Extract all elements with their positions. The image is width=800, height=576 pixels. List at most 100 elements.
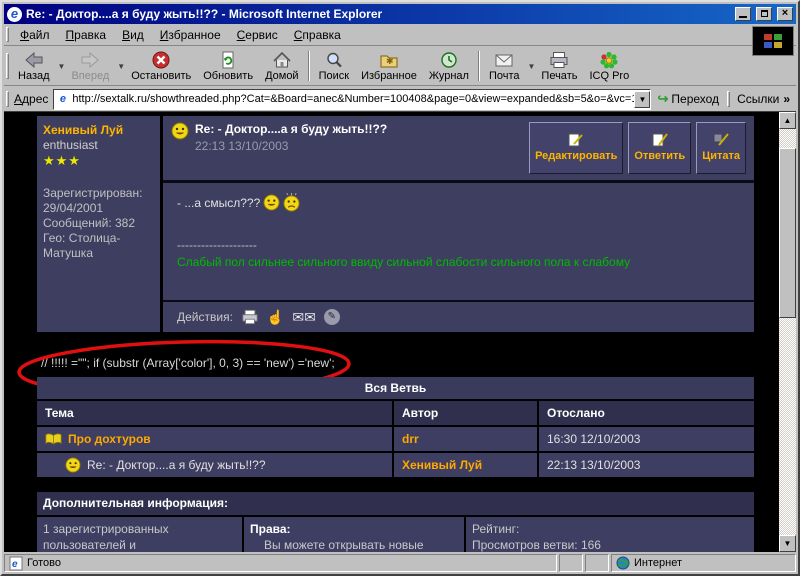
address-input[interactable]: e http://sextalk.ru/showthreaded.php?Cat…: [53, 89, 651, 110]
refresh-button[interactable]: Обновить: [197, 48, 259, 85]
ie-logo-icon: e: [7, 7, 22, 22]
edit-post-button[interactable]: Редактировать: [529, 122, 623, 174]
close-button[interactable]: ×: [777, 7, 793, 21]
window-title: Re: - Доктор....а я буду жыть!!?? - Micr…: [26, 7, 730, 21]
chevron-right-icon: »: [783, 92, 790, 106]
user-geo: Гео: Столица-Матушка: [43, 231, 154, 261]
print-action-icon[interactable]: [241, 309, 259, 325]
worried-smiley-icon: [283, 193, 300, 212]
go-button[interactable]: ↪ Переход: [651, 91, 725, 107]
forward-mail-icon[interactable]: ✉✉: [292, 309, 315, 326]
url-text: http://sextalk.ru/showthreaded.php?Cat=&…: [72, 93, 634, 105]
scroll-down-icon[interactable]: ▼: [779, 535, 796, 552]
favorites-button[interactable]: ✱ Избранное: [355, 48, 423, 85]
address-dropdown-icon[interactable]: ▼: [634, 91, 650, 108]
links-gripper[interactable]: [727, 91, 730, 108]
print-button[interactable]: Печать: [535, 48, 583, 85]
user-info-panel: Хенивый Луй enthusiast ★★★ Зарегистриров…: [37, 116, 160, 332]
stop-button[interactable]: Остановить: [125, 48, 197, 85]
rights-title: Права:: [250, 521, 458, 537]
home-button[interactable]: Домой: [259, 48, 305, 85]
toolbar-gripper[interactable]: [6, 53, 9, 80]
thread-row: Про дохтуров drr 16:30 12/10/2003: [37, 427, 754, 451]
menu-edit[interactable]: Правка: [58, 26, 115, 44]
author-link[interactable]: drr: [402, 432, 419, 446]
user-stars: ★★★: [43, 153, 154, 168]
print-icon: [549, 51, 569, 69]
username[interactable]: Хенивый Луй: [43, 123, 154, 138]
home-icon: [272, 51, 292, 69]
toolbar-separator: [308, 51, 310, 81]
menu-tools[interactable]: Сервис: [229, 26, 286, 44]
menu-favorites[interactable]: Избранное: [152, 26, 229, 44]
rights-line: Вы можете открывать новые: [250, 537, 458, 552]
navigation-toolbar: Назад ▼ Вперед ▼ Остановить: [4, 47, 796, 86]
edit-page-icon: [568, 133, 584, 147]
thread-row: Re: - Доктор....а я буду жыть!!?? Хенивы…: [37, 453, 754, 477]
svg-text:✱: ✱: [386, 56, 394, 66]
internet-globe-icon: [616, 556, 630, 570]
thread-section-title: Вся Ветвь: [37, 377, 754, 399]
post-text: - ...а смысл???: [177, 196, 260, 210]
forward-dropdown-icon[interactable]: ▼: [117, 62, 125, 71]
minimize-button[interactable]: [735, 7, 751, 21]
back-button[interactable]: Назад: [12, 48, 56, 85]
vertical-scrollbar[interactable]: ▲ ▼: [779, 112, 796, 552]
svg-text:e: e: [12, 559, 18, 570]
mail-button[interactable]: Почта: [483, 48, 526, 85]
zone-text: Интернет: [634, 557, 682, 569]
history-button[interactable]: Журнал: [423, 48, 475, 85]
links-button[interactable]: Ссылки »: [733, 92, 794, 106]
favorites-folder-icon: ✱: [379, 51, 399, 69]
browser-window: e Re: - Доктор....а я буду жыть!!?? - Mi…: [0, 0, 800, 576]
signature-text: Слабый пол сильнее сильного ввиду сильно…: [177, 255, 740, 269]
toolbar-gripper[interactable]: [6, 91, 9, 108]
topic-link[interactable]: Re: - Доктор....а я буду жыть!!??: [87, 458, 266, 472]
author-link[interactable]: Хенивый Луй: [402, 458, 482, 472]
scrollbar-thumb[interactable]: [779, 148, 796, 318]
topic-link[interactable]: Про дохтуров: [68, 432, 151, 446]
edit-action-icon[interactable]: ✎: [324, 309, 340, 325]
mail-dropdown-icon[interactable]: ▼: [528, 62, 536, 71]
extra-info-row: 1 зарегистрированных пользователей и Пра…: [37, 517, 754, 552]
search-icon: [324, 51, 344, 69]
signature-divider: --------------------: [177, 238, 740, 252]
windows-logo-throbber: [752, 26, 794, 56]
search-button[interactable]: Поиск: [313, 48, 355, 85]
column-sent: Отослано: [539, 401, 754, 425]
smiley-icon: [263, 194, 280, 211]
post-body: - ...а смысл??? ------: [163, 183, 754, 300]
back-dropdown-icon[interactable]: ▼: [58, 62, 66, 71]
sent-datetime: 16:30 12/10/2003: [547, 432, 640, 446]
menu-help[interactable]: Справка: [286, 26, 349, 44]
forward-button[interactable]: Вперед: [65, 48, 115, 85]
quote-button[interactable]: Цитата: [696, 122, 746, 174]
icq-pro-button[interactable]: ICQ Pro: [583, 48, 635, 85]
page-content: Хенивый Луй enthusiast ★★★ Зарегистриров…: [4, 112, 796, 552]
column-topic: Тема: [37, 401, 394, 425]
go-arrow-icon: ↪: [657, 91, 668, 107]
mail-icon: [494, 51, 514, 69]
status-pane: [585, 554, 609, 572]
status-pane: [559, 554, 583, 572]
forward-arrow-icon: [79, 51, 101, 69]
page-status-icon: e: [9, 556, 23, 571]
windows-flag-icon: [762, 31, 784, 51]
user-rank: enthusiast: [43, 138, 154, 153]
post-title: Re: - Доктор....а я буду жыть!!??: [195, 122, 387, 136]
restore-button[interactable]: [756, 7, 772, 21]
status-text: Готово: [27, 557, 61, 569]
refresh-icon: [218, 51, 238, 69]
toolbar-separator: [478, 51, 480, 81]
notify-hand-icon[interactable]: ☝: [267, 309, 284, 326]
post-actions-row: Действия: ☝ ✉✉ ✎: [163, 300, 754, 332]
post-datetime: 22:13 13/10/2003: [195, 139, 387, 153]
toolbar-gripper[interactable]: [6, 27, 9, 42]
menu-view[interactable]: Вид: [114, 26, 152, 44]
reply-button[interactable]: Ответить: [628, 122, 691, 174]
extra-users: 1 зарегистрированных пользователей и: [37, 517, 244, 552]
user-registered: Зарегистрирован: 29/04/2001: [43, 186, 154, 216]
menu-bar: Файл Правка Вид Избранное Сервис Справка: [4, 24, 796, 46]
scroll-up-icon[interactable]: ▲: [779, 112, 796, 129]
menu-file[interactable]: Файл: [12, 26, 58, 44]
